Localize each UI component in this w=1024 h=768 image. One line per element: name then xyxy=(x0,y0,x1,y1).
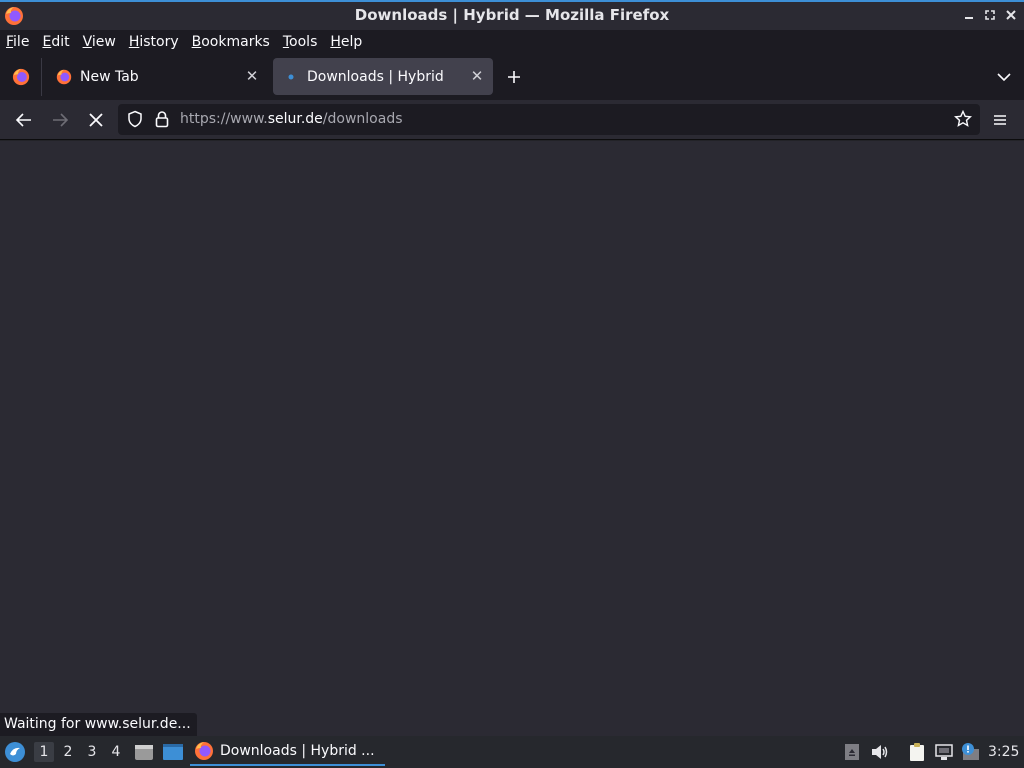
menu-help[interactable]: Help xyxy=(330,34,362,50)
network-icon[interactable] xyxy=(934,742,954,762)
update-notification-icon[interactable] xyxy=(960,742,980,762)
navigation-toolbar: https://www.selur.de/downloads xyxy=(0,100,1024,140)
task-label: Downloads | Hybrid ... xyxy=(220,743,375,759)
start-menu-icon[interactable] xyxy=(4,741,26,763)
taskbar: 1 2 3 4 Downloads | Hybrid ... 3:25 xyxy=(0,736,1024,768)
stop-loading-button[interactable] xyxy=(84,108,108,132)
tab-strip: New Tab ✕ Downloads | Hybrid ✕ xyxy=(0,54,1024,100)
hamburger-icon xyxy=(994,115,1006,125)
file-manager-icon[interactable] xyxy=(133,741,155,763)
menu-file[interactable]: File xyxy=(6,34,29,50)
arrow-left-icon xyxy=(15,113,31,127)
lock-icon[interactable] xyxy=(154,110,170,128)
menu-tools[interactable]: Tools xyxy=(283,34,318,50)
star-icon[interactable] xyxy=(954,110,972,128)
address-bar[interactable]: https://www.selur.de/downloads xyxy=(118,104,980,135)
status-panel: Waiting for www.selur.de... xyxy=(0,713,197,736)
menu-bookmarks[interactable]: Bookmarks xyxy=(192,34,270,50)
app-menu-button[interactable] xyxy=(988,108,1012,132)
tab-new-tab[interactable]: New Tab ✕ xyxy=(46,58,268,95)
back-button[interactable] xyxy=(12,108,36,132)
shield-icon[interactable] xyxy=(126,110,144,128)
tab-label: New Tab xyxy=(80,68,139,85)
list-all-tabs-button[interactable] xyxy=(992,66,1016,88)
firefox-view-button[interactable] xyxy=(0,58,42,96)
window-titlebar[interactable]: Downloads | Hybrid — Mozilla Firefox xyxy=(0,0,1024,30)
show-desktop-icon[interactable] xyxy=(162,741,184,763)
maximize-button[interactable] xyxy=(981,6,999,24)
stop-icon xyxy=(89,113,103,127)
workspace-4[interactable]: 4 xyxy=(106,742,126,762)
url-host: selur.de xyxy=(267,111,323,127)
url-path: /downloads xyxy=(322,111,403,127)
loading-dot-icon xyxy=(288,74,294,79)
close-icon xyxy=(1006,10,1016,20)
tab-downloads-hybrid[interactable]: Downloads | Hybrid ✕ xyxy=(273,58,493,95)
menu-bar: File Edit View History Bookmarks Tools H… xyxy=(0,30,1024,54)
volume-icon[interactable] xyxy=(870,742,890,762)
taskbar-window-firefox[interactable]: Downloads | Hybrid ... xyxy=(190,738,385,766)
maximize-icon xyxy=(985,10,995,20)
removable-drive-icon[interactable] xyxy=(842,742,862,762)
menu-history[interactable]: History xyxy=(129,34,179,50)
workspace-3[interactable]: 3 xyxy=(82,742,102,762)
firefox-icon xyxy=(12,68,29,86)
close-tab-icon[interactable]: ✕ xyxy=(244,68,260,84)
minimize-icon xyxy=(965,17,973,19)
page-content[interactable] xyxy=(0,141,1024,736)
chevron-down-icon xyxy=(997,73,1011,82)
clock: 3:25 xyxy=(988,744,1020,760)
url-text[interactable]: https://www.selur.de/downloads xyxy=(180,111,403,127)
firefox-icon xyxy=(56,69,72,84)
menu-edit[interactable]: Edit xyxy=(42,34,69,50)
arrow-right-icon xyxy=(53,113,69,127)
clipboard-icon[interactable] xyxy=(907,742,927,762)
close-window-button[interactable] xyxy=(1002,6,1020,24)
firefox-icon xyxy=(195,742,213,760)
minimize-button[interactable] xyxy=(960,6,978,24)
tab-label: Downloads | Hybrid xyxy=(307,68,444,85)
plus-icon xyxy=(508,71,520,83)
workspace-2[interactable]: 2 xyxy=(58,742,78,762)
window-title: Downloads | Hybrid — Mozilla Firefox xyxy=(354,6,670,24)
new-tab-button[interactable] xyxy=(503,66,525,88)
url-prefix: https://www. xyxy=(180,111,268,127)
workspace-1[interactable]: 1 xyxy=(34,742,54,762)
forward-button[interactable] xyxy=(48,108,72,132)
close-tab-icon[interactable]: ✕ xyxy=(469,68,485,84)
menu-view[interactable]: View xyxy=(83,34,116,50)
